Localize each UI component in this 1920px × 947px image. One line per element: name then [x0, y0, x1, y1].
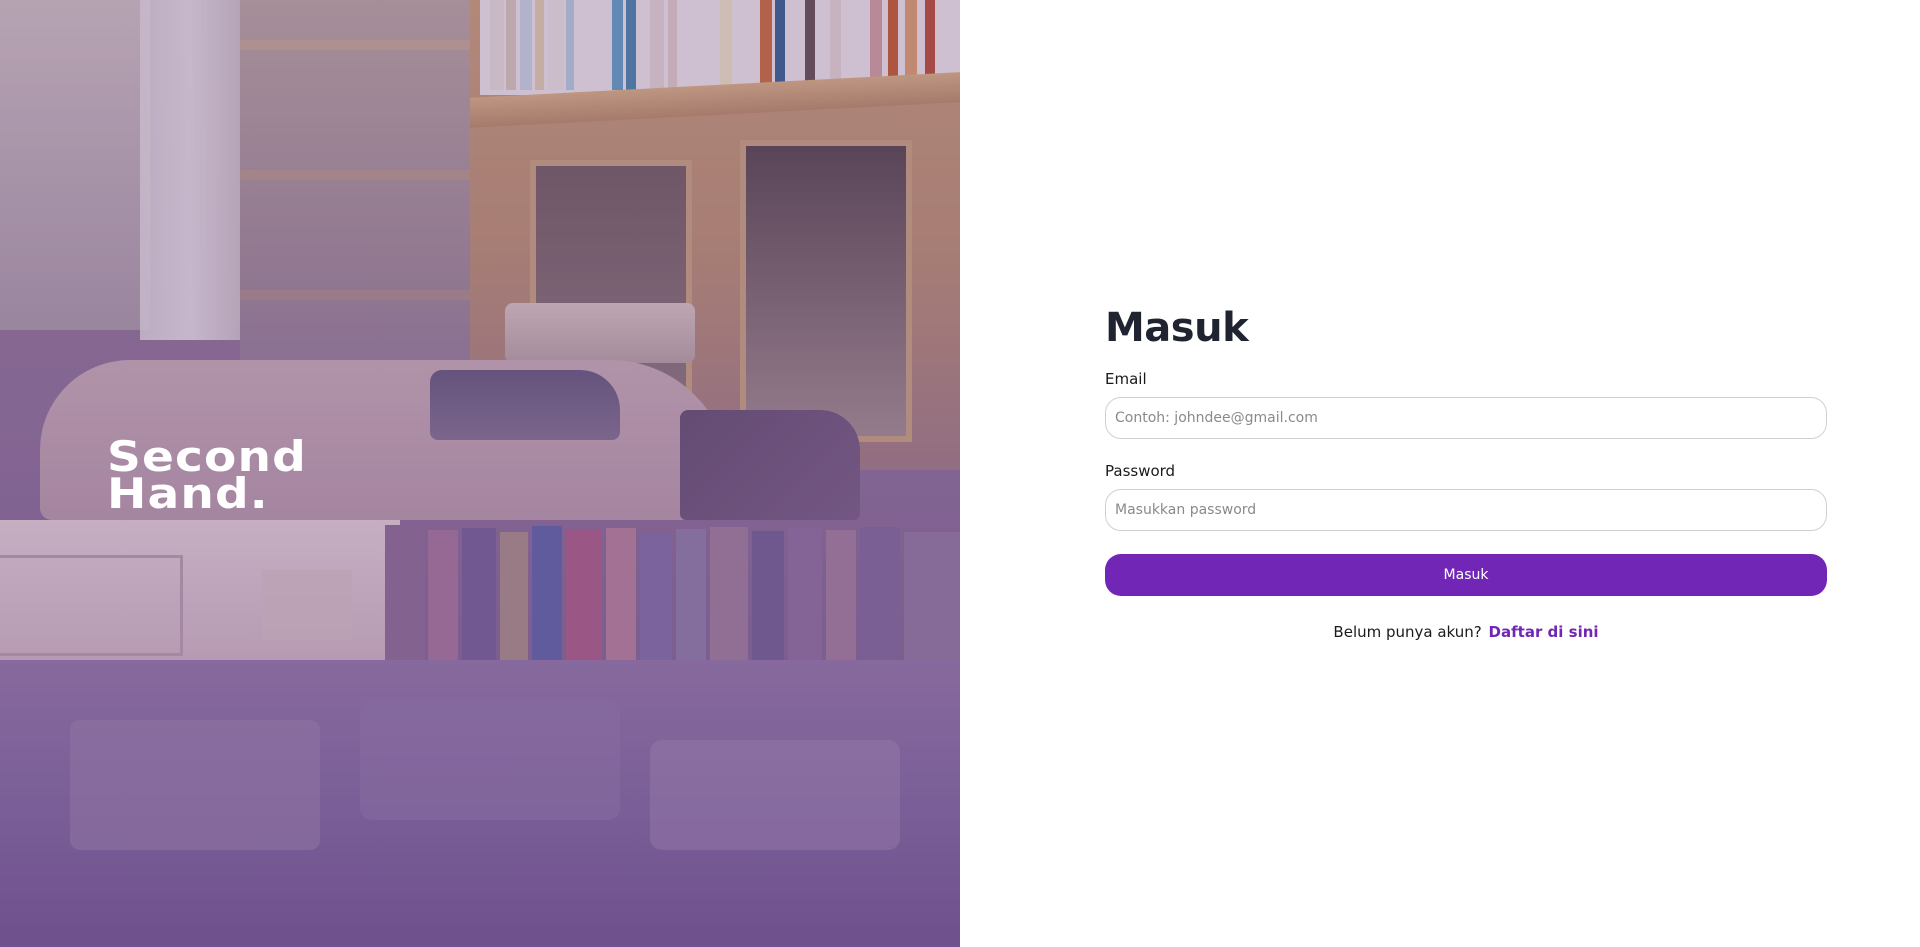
brand-logo: Second Hand.	[107, 432, 307, 518]
password-field[interactable]	[1105, 489, 1827, 531]
hero-image: Second Hand.	[0, 0, 960, 947]
email-label: Email	[1105, 370, 1147, 388]
register-link[interactable]: Daftar di sini	[1489, 623, 1599, 641]
auth-panel: Masuk Email Password Masuk Belum punya a…	[960, 0, 1920, 947]
register-prompt-row: Belum punya akun? Daftar di sini	[1105, 623, 1827, 641]
page-title: Masuk	[1105, 305, 1249, 351]
login-button[interactable]: Masuk	[1105, 554, 1827, 596]
login-form: Masuk Email Password Masuk Belum punya a…	[1105, 300, 1827, 641]
register-prompt-text: Belum punya akun?	[1333, 623, 1482, 641]
email-field[interactable]	[1105, 397, 1827, 439]
password-label: Password	[1105, 462, 1176, 480]
login-page: Second Hand. Masuk Email Password Masuk …	[0, 0, 1920, 947]
